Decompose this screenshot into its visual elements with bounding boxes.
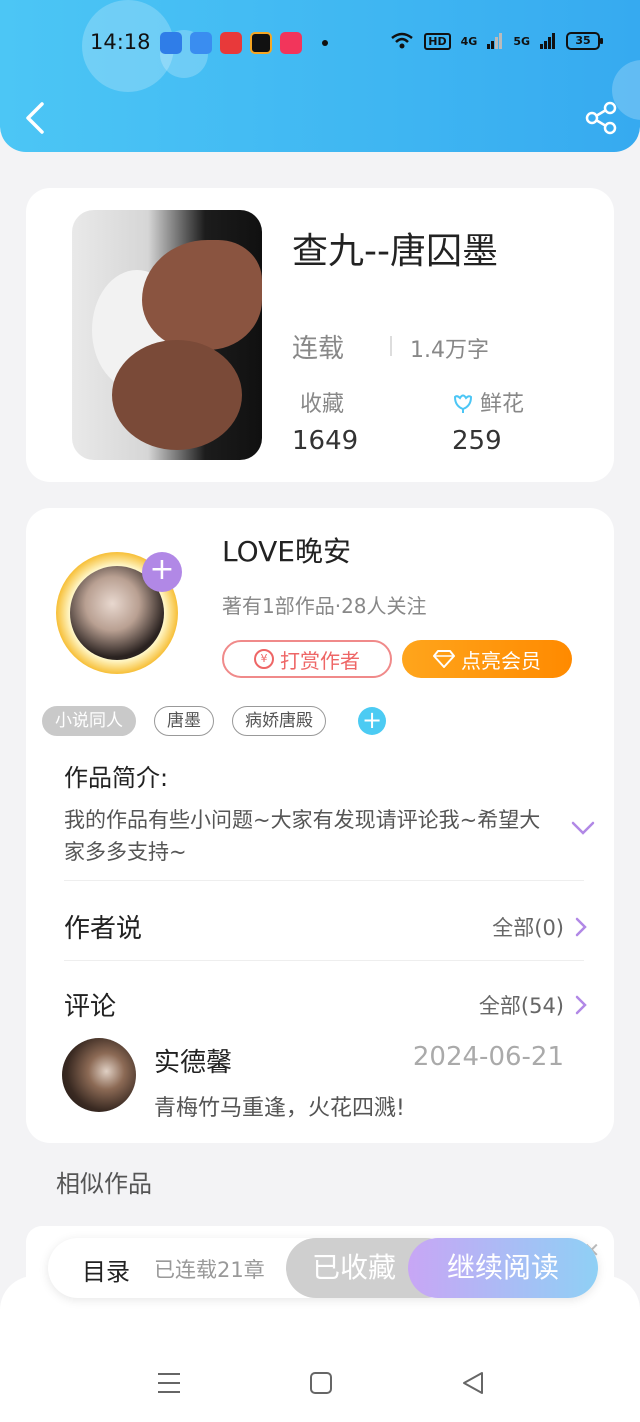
book-cover[interactable] — [72, 210, 262, 460]
flowers-value: 259 — [452, 426, 502, 456]
signal-4g-label: 4G — [460, 34, 478, 48]
app-notification-icon — [250, 32, 272, 54]
back-button[interactable] — [18, 98, 54, 138]
favorites-label: 收藏 — [300, 392, 345, 417]
wifi-icon — [391, 32, 414, 49]
reward-author-button[interactable]: ¥ 打赏作者 — [222, 640, 392, 678]
square-icon — [310, 1372, 332, 1394]
back-nav-button[interactable] — [458, 1370, 488, 1396]
comment-date: 2024-06-21 — [412, 1042, 564, 1072]
tag-chip[interactable]: 病娇唐殿 — [232, 706, 326, 736]
status-time: 14:18 — [90, 30, 151, 54]
similar-works-title: 相似作品 — [56, 1170, 152, 1198]
tag-list: 小说同人 唐墨 病娇唐殿 + — [42, 706, 386, 736]
home-nav-button[interactable] — [306, 1370, 336, 1396]
signal-5g-label: 5G — [513, 34, 530, 48]
menu-nav-button[interactable] — [154, 1370, 184, 1396]
commenter-name[interactable]: 实德馨 — [154, 1042, 232, 1079]
continue-reading-button[interactable]: 继续阅读 — [408, 1238, 598, 1298]
comments-all-link[interactable]: 全部(54) — [479, 990, 588, 1020]
book-status: 连载 — [292, 334, 345, 364]
chapter-count: 已连载21章 — [154, 1258, 265, 1282]
divider — [64, 880, 584, 881]
top-header: 14:18 HD 4G 5G 35 — [0, 0, 640, 152]
bottom-action-bar: 目录 已连载21章 已收藏 继续阅读 — [48, 1238, 598, 1298]
share-icon — [585, 101, 617, 135]
intro-text: 我的作品有些小问题~大家有发现请评论我~希望大家多多支持~ — [64, 808, 541, 864]
add-tag-button[interactable]: + — [358, 707, 386, 735]
hd-badge: HD — [424, 32, 451, 50]
app-notification-icon — [160, 32, 182, 54]
commenter-avatar[interactable] — [62, 1038, 136, 1112]
chevron-left-icon — [26, 102, 44, 134]
cover-art — [142, 240, 262, 350]
app-notification-icon — [220, 32, 242, 54]
reward-label: 打赏作者 — [280, 648, 360, 673]
intro-title: 作品简介: — [64, 764, 169, 792]
vip-button[interactable]: 点亮会员 — [402, 640, 572, 678]
comments-title: 评论 — [64, 992, 117, 1022]
book-info-card: 查九--唐囚墨 连载 1.4万字 收藏 1649 鲜花 259 — [26, 188, 614, 482]
divider — [64, 960, 584, 961]
word-count: 1.4万字 — [410, 338, 489, 363]
cover-art — [112, 340, 242, 450]
author-says-title: 作者说 — [64, 914, 143, 944]
divider — [390, 336, 392, 356]
app-notification-icon — [190, 32, 212, 54]
comment-text[interactable]: 青梅竹马重逢，火花四溅! — [154, 1090, 405, 1122]
triangle-back-icon — [463, 1372, 483, 1394]
follow-plus-button[interactable]: + — [142, 552, 182, 592]
app-notification-icon — [280, 32, 302, 54]
more-notifications-dot — [322, 40, 328, 46]
diamond-icon — [433, 650, 455, 668]
author-card: + LOVE晚安 著有1部作品·28人关注 ¥ 打赏作者 点亮会员 小说同人 唐… — [26, 508, 614, 1143]
comments-count: 全部(54) — [478, 994, 564, 1018]
signal-icon — [487, 33, 503, 49]
vip-label: 点亮会员 — [461, 648, 541, 673]
chevron-right-icon — [575, 917, 587, 937]
tag-chip[interactable]: 小说同人 — [42, 706, 136, 736]
author-says-count: 全部(0) — [492, 916, 564, 940]
flowers-label-group[interactable]: 鲜花 — [452, 386, 524, 418]
tag-chip[interactable]: 唐墨 — [154, 706, 214, 736]
book-title: 查九--唐囚墨 — [292, 231, 498, 272]
author-meta: 著有1部作品·28人关注 — [222, 594, 427, 618]
yen-icon: ¥ — [254, 649, 274, 669]
expand-intro-button[interactable] — [570, 818, 596, 838]
author-name[interactable]: LOVE晚安 — [222, 530, 351, 570]
notification-icons — [160, 32, 328, 54]
flower-icon — [453, 394, 473, 413]
author-says-all-link[interactable]: 全部(0) — [492, 912, 588, 942]
battery-icon: 35 — [566, 32, 603, 50]
signal-icon — [540, 33, 555, 49]
menu-icon — [158, 1373, 180, 1393]
status-right: HD 4G 5G 35 — [390, 32, 603, 50]
status-bar: 14:18 HD 4G 5G 35 — [0, 24, 640, 64]
chevron-right-icon — [575, 995, 587, 1015]
flowers-label: 鲜花 — [480, 392, 525, 417]
share-button[interactable] — [584, 98, 620, 138]
favorites-value: 1649 — [292, 426, 359, 456]
chevron-down-icon — [571, 821, 595, 835]
toc-button[interactable]: 目录 — [82, 1252, 130, 1287]
